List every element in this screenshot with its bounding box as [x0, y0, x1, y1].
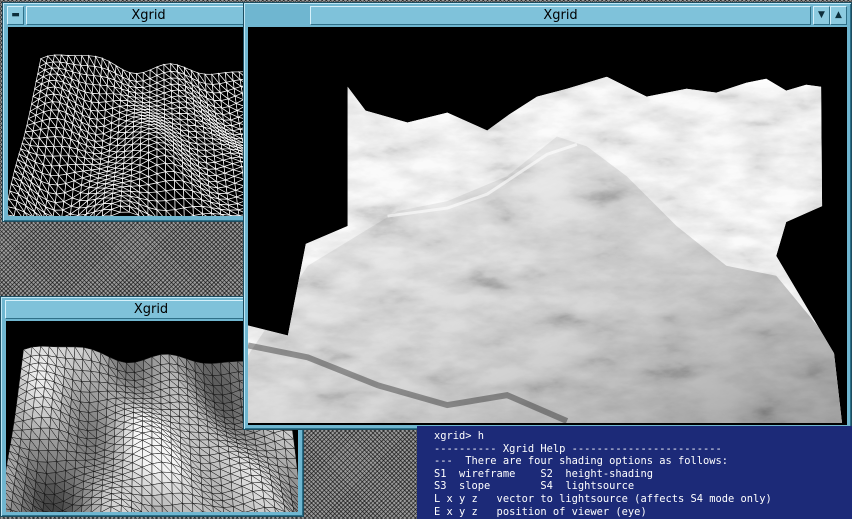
xgrid-window-lightsource[interactable]: Xgrid ▼ ▲	[243, 2, 852, 430]
lightsource-canvas[interactable]	[248, 27, 847, 425]
window-menu-button[interactable]: ▬	[7, 6, 24, 25]
window-menu-icon: ▬	[11, 10, 20, 20]
terminal-line: S1 wireframe S2 height-shading	[434, 467, 653, 480]
chevron-down-icon: ▼	[818, 10, 825, 20]
window-title[interactable]: Xgrid	[310, 6, 811, 25]
terminal-line: L x y z vector to lightsource (affects S…	[434, 492, 772, 505]
minimize-button[interactable]: ▼	[813, 6, 830, 25]
terminal-line: E x y z position of viewer (eye)	[434, 505, 647, 518]
chevron-up-icon: ▲	[835, 10, 842, 20]
terrain-surface	[248, 76, 843, 424]
title-bar[interactable]: Xgrid ▼ ▲	[310, 6, 847, 25]
terminal-line: xgrid> h	[434, 430, 485, 442]
terminal-line: --- There are four shading options as fo…	[434, 455, 729, 468]
terminal-output[interactable]: xgrid> h ---------- Xgrid Help ----------…	[417, 426, 852, 519]
maximize-button[interactable]: ▲	[830, 6, 847, 25]
lightsource-terrain	[248, 76, 843, 424]
terminal-line: ---------- Xgrid Help ------------------…	[434, 442, 722, 455]
terminal-line: S3 slope S4 lightsource	[434, 480, 635, 493]
window-title[interactable]: Xgrid	[26, 6, 271, 25]
